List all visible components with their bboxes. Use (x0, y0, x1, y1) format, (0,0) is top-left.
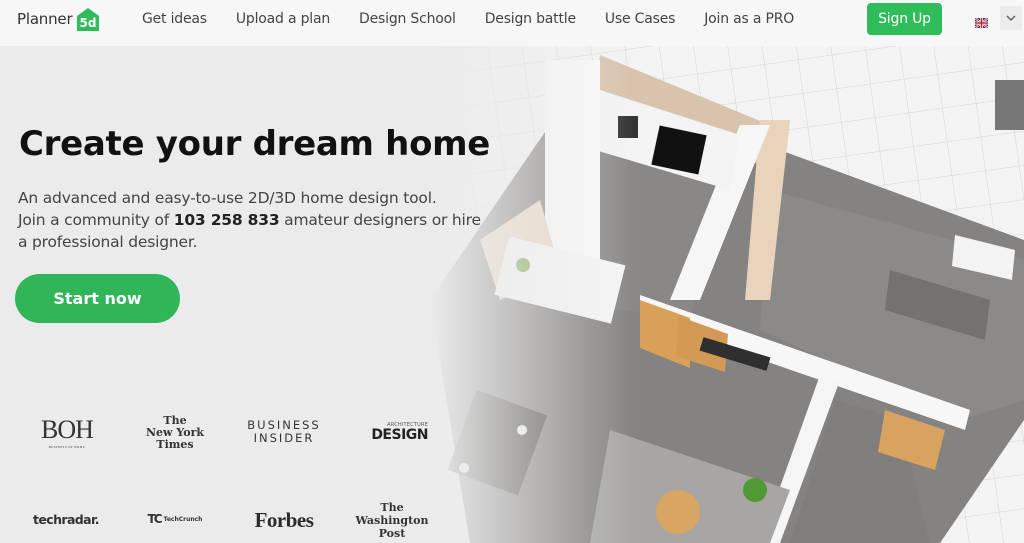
wapo-line: Post (378, 526, 406, 540)
techcrunch-mark-icon: TC (147, 512, 163, 526)
techradar-logo: techradar. (33, 511, 99, 527)
hero-description: An advanced and easy-to-use 2D/3D home d… (18, 187, 488, 253)
nav-links: Get ideas Upload a plan Design School De… (142, 0, 823, 38)
wapo-line: The (380, 500, 404, 514)
start-now-button[interactable]: Start now (15, 274, 180, 323)
techcrunch-logo: TC TechCrunch (140, 511, 210, 527)
top-nav: Planner 5d Get ideas Upload a plan Desig… (0, 0, 1024, 46)
bi-line: INSIDER (253, 431, 315, 445)
hero-desc-text: amateur designers or hire (279, 211, 481, 229)
nav-link-use-cases[interactable]: Use Cases (605, 11, 676, 27)
business-insider-logo: BUSINESS INSIDER (247, 419, 321, 445)
hero-desc-line-1: An advanced and easy-to-use 2D/3D home d… (18, 189, 437, 207)
logo-house-icon: 5d (75, 6, 101, 32)
architecture-design-logo: ARCHITECTURE DESIGN (358, 421, 428, 443)
hero-title: Create your dream home (19, 124, 491, 164)
hero-desc-text: Join a community of (18, 211, 174, 229)
hero-desc-line-3: a professional designer. (18, 233, 198, 251)
nav-link-design-school[interactable]: Design School (359, 11, 456, 27)
chevron-down-icon (1006, 15, 1016, 21)
logo-text: Planner (17, 10, 73, 28)
hero-desc-line-2: Join a community of 103 258 833 amateur … (18, 209, 488, 231)
forbes-logo: Forbes (254, 507, 314, 532)
logo-badge: 5d (80, 16, 97, 30)
ad-large-text: DESIGN (371, 427, 428, 443)
language-dropdown-toggle[interactable] (1000, 6, 1022, 30)
nav-link-upload-plan[interactable]: Upload a plan (236, 11, 330, 27)
nav-link-design-battle[interactable]: Design battle (485, 11, 576, 27)
techcrunch-text: TechCrunch (163, 515, 203, 523)
nyt-line: Times (156, 438, 194, 451)
nav-link-get-ideas[interactable]: Get ideas (142, 11, 207, 27)
hero-section: Create your dream home (19, 124, 490, 164)
sign-up-button[interactable]: Sign Up (867, 3, 942, 35)
uk-flag-icon[interactable] (974, 13, 989, 29)
boh-logo-subtext: BUSINESS OF HOME (48, 445, 86, 449)
user-count: 103 258 833 (173, 211, 280, 229)
boh-logo: BOH BUSINESS OF HOME (32, 414, 102, 450)
planner5d-logo[interactable]: Planner 5d (17, 4, 101, 34)
nav-link-join-pro[interactable]: Join as a PRO (704, 11, 794, 27)
boh-logo-text: BOH (41, 415, 94, 444)
wapo-line: Washington (355, 513, 429, 527)
washington-post-logo: The Washington Post (355, 498, 429, 542)
nytimes-logo: The New York Times (145, 412, 205, 454)
